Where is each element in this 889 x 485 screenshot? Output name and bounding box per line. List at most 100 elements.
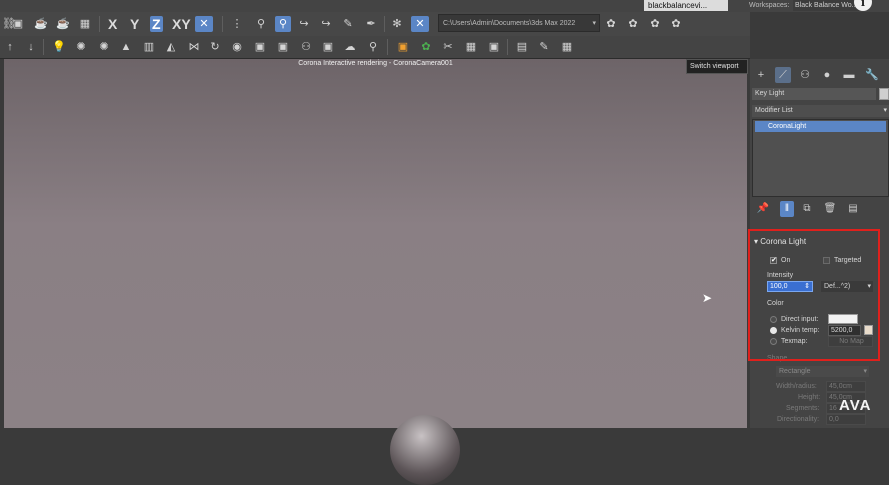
plant-icon[interactable]: ✿ bbox=[418, 39, 434, 55]
segments-label: Segments: bbox=[786, 405, 820, 412]
show-end-result-icon[interactable]: ‖ bbox=[780, 201, 794, 217]
axis-x-button[interactable]: X bbox=[108, 16, 117, 32]
workspaces-label: Workspaces: bbox=[749, 2, 790, 9]
texmap-label: Texmap: bbox=[781, 338, 808, 345]
direct-color-swatch[interactable] bbox=[828, 314, 858, 324]
toolbar-separator bbox=[507, 39, 508, 55]
teapot-icon[interactable]: ☕ bbox=[33, 16, 49, 32]
angle-snap-icon[interactable]: ⚲ bbox=[275, 16, 291, 32]
edit-icon[interactable]: ✎ bbox=[536, 39, 552, 55]
kelvin-temp-label: Kelvin temp: bbox=[781, 327, 820, 334]
texmap-radio[interactable] bbox=[770, 338, 777, 345]
user-account-button[interactable]: blackbalancevi... bbox=[644, 0, 728, 11]
viewport[interactable]: Corona Interactive rendering - CoronaCam… bbox=[4, 59, 747, 485]
proxy-icon[interactable]: ◭ bbox=[163, 39, 179, 55]
rendered-frame-icon[interactable]: ✿ bbox=[625, 16, 641, 32]
align-icon[interactable]: ✒ bbox=[363, 16, 379, 32]
stack-buttons: 📌 ‖ ⧉ 🗑 ▤ bbox=[752, 199, 889, 219]
secondary-toolbar: ↑ ↓ 💡 ✺ ✺ ▲ ▥ ◭ ⋈ ↻ ◉ ▣ ▣ ⚇ ▣ ☁ ⚲ ▣ ✿ ✂ … bbox=[0, 36, 750, 59]
sky-icon[interactable]: ☁ bbox=[342, 39, 358, 55]
lights-icon[interactable]: ✺ bbox=[96, 39, 112, 55]
chevron-down-icon: ▾ bbox=[592, 20, 596, 27]
axis-constraint-icon[interactable]: ✕ bbox=[195, 16, 213, 32]
targeted-checkbox[interactable] bbox=[823, 257, 830, 264]
width-radius-spinner[interactable]: 45,0cm bbox=[826, 381, 866, 392]
chevron-down-icon: ▾ bbox=[863, 368, 867, 375]
kelvin-temp-spinner[interactable]: 5200,0 bbox=[828, 325, 861, 336]
tool-icon[interactable]: ✂ bbox=[440, 39, 456, 55]
display-tab-icon[interactable]: ▬ bbox=[841, 67, 857, 83]
refresh-icon[interactable]: ↻ bbox=[207, 39, 223, 55]
light-bulb-icon[interactable]: 💡 bbox=[51, 39, 67, 55]
material-library-icon[interactable]: ▣ bbox=[320, 39, 336, 55]
layer-icon[interactable]: ▦ bbox=[559, 39, 575, 55]
render-frame-icon[interactable]: ▦ bbox=[77, 16, 93, 32]
utilities-tab-icon[interactable]: 🔧 bbox=[864, 67, 880, 83]
pin-stack-icon[interactable]: 📌 bbox=[756, 201, 770, 217]
intensity-unit-value: Def...^2) bbox=[824, 283, 851, 290]
forest-icon[interactable]: ▲ bbox=[118, 39, 134, 55]
sphere-object[interactable] bbox=[390, 415, 460, 485]
hierarchy-tab-icon[interactable]: ⚇ bbox=[797, 67, 813, 83]
shape-dropdown[interactable]: Rectangle ▾ bbox=[776, 366, 869, 377]
remove-modifier-icon[interactable]: 🗑 bbox=[823, 201, 837, 217]
render-setup-icon[interactable]: ✿ bbox=[603, 16, 619, 32]
make-unique-icon[interactable]: ⧉ bbox=[800, 201, 814, 217]
on-label: On bbox=[781, 257, 791, 264]
scatter-icon[interactable]: ⋈ bbox=[186, 39, 202, 55]
toolbar-right-area: ✿ ✿ ✿ ✿ bbox=[606, 12, 750, 36]
schematic-view-icon[interactable]: ✻ bbox=[389, 16, 405, 32]
intensity-unit-dropdown[interactable]: Def...^2) ▾ bbox=[821, 281, 873, 292]
spinner-snap-icon[interactable]: ↪ bbox=[318, 16, 334, 32]
modifier-list-dropdown[interactable]: Modifier List ▾ bbox=[752, 105, 889, 117]
library-icon[interactable]: ▥ bbox=[141, 39, 157, 55]
shape-value: Rectangle bbox=[779, 368, 811, 375]
percent-snap-icon[interactable]: ↪ bbox=[296, 16, 312, 32]
rollout-header[interactable]: ▾ Corona Light bbox=[754, 237, 806, 246]
render-production-icon[interactable]: ✿ bbox=[647, 16, 663, 32]
hierarchy-icon[interactable]: ⚇ bbox=[298, 39, 314, 55]
sun-icon[interactable]: ✺ bbox=[73, 39, 89, 55]
object-color-swatch[interactable] bbox=[879, 88, 889, 100]
object-name-field[interactable]: Key Light bbox=[752, 88, 876, 100]
directionality-spinner[interactable]: 0,0 bbox=[826, 414, 866, 425]
axis-xy-button[interactable]: XY bbox=[172, 16, 191, 32]
kelvin-temp-radio[interactable] bbox=[770, 327, 777, 334]
project-path-dropdown[interactable]: C:\Users\Admin\Documents\3ds Max 2022 ▾ bbox=[438, 14, 600, 32]
scene-explorer-icon[interactable]: ▣ bbox=[10, 16, 26, 32]
arrow-down-icon[interactable]: ↓ bbox=[23, 39, 39, 55]
switch-viewport-tooltip: Switch viewport bbox=[686, 59, 748, 74]
axis-z-button[interactable]: Z bbox=[150, 16, 163, 32]
mirror-icon[interactable]: ✎ bbox=[340, 16, 356, 32]
sphere-material-icon[interactable]: ◉ bbox=[229, 39, 245, 55]
frame-buffer-icon[interactable]: ▣ bbox=[252, 39, 268, 55]
modifier-stack[interactable]: CoronaLight bbox=[752, 119, 889, 197]
bulb-outline-icon[interactable]: ⚲ bbox=[365, 39, 381, 55]
configure-sets-icon[interactable]: ▤ bbox=[846, 201, 860, 217]
on-checkbox[interactable]: ✔ bbox=[770, 257, 777, 264]
reference-icon[interactable]: ▤ bbox=[514, 39, 530, 55]
chevron-down-icon: ▾ bbox=[867, 283, 871, 290]
snap-grid-icon[interactable]: ⋮ bbox=[229, 16, 245, 32]
snap-magnet-icon[interactable]: ⚲ bbox=[253, 16, 269, 32]
motion-tab-icon[interactable]: ● bbox=[819, 67, 835, 83]
modify-tab-icon[interactable]: ⟋ bbox=[775, 67, 791, 83]
arrow-up-icon[interactable]: ↑ bbox=[2, 39, 18, 55]
grid-object-icon[interactable]: ▦ bbox=[463, 39, 479, 55]
render-region-icon[interactable]: ▣ bbox=[275, 39, 291, 55]
material-editor-icon[interactable]: ✕ bbox=[411, 16, 429, 32]
create-tab-icon[interactable]: + bbox=[753, 67, 769, 83]
texmap-button[interactable]: No Map bbox=[828, 336, 873, 347]
teapot-render-icon[interactable]: ☕ bbox=[55, 16, 71, 32]
green-box-icon[interactable]: ▣ bbox=[486, 39, 502, 55]
render-iterative-icon[interactable]: ✿ bbox=[668, 16, 684, 32]
intensity-spinner[interactable]: 100,0 ⇕ bbox=[767, 281, 813, 292]
direct-input-radio[interactable] bbox=[770, 316, 777, 323]
watermark-logo: AVA bbox=[839, 397, 872, 414]
corona-icon[interactable]: ▣ bbox=[395, 39, 411, 55]
toolbar-separator bbox=[99, 16, 100, 32]
modifier-stack-item[interactable]: CoronaLight bbox=[755, 121, 886, 132]
kelvin-color-swatch bbox=[864, 325, 873, 335]
intensity-label: Intensity bbox=[767, 272, 794, 279]
axis-y-button[interactable]: Y bbox=[130, 16, 139, 32]
